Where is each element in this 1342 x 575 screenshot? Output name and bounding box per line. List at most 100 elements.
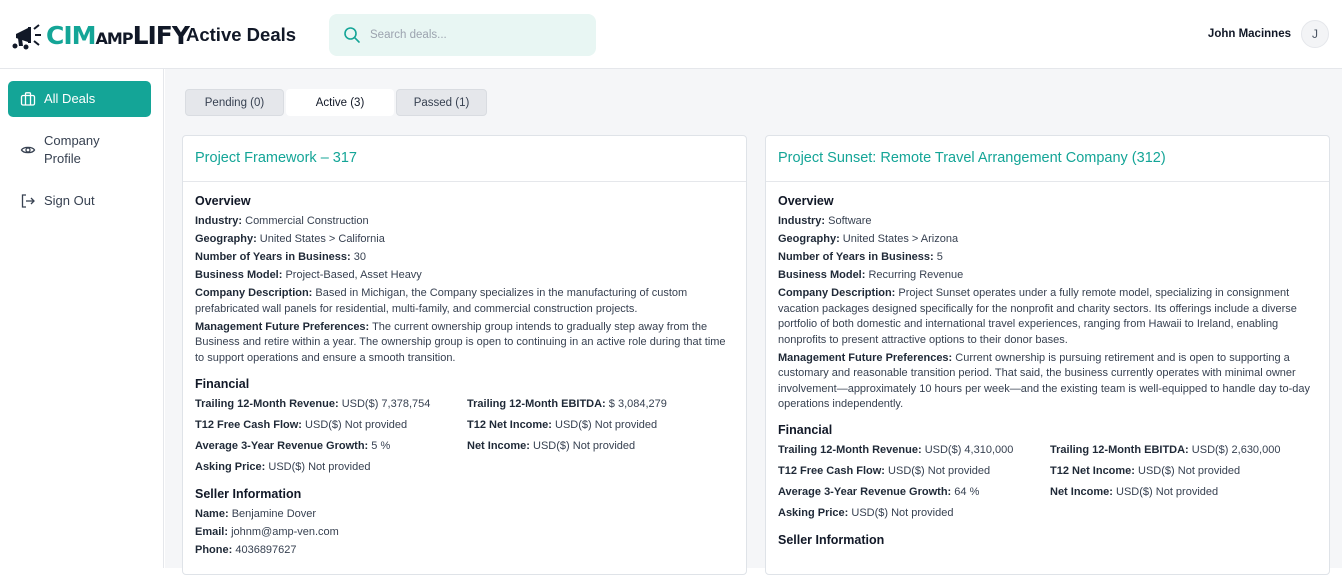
field-label: T12 Free Cash Flow:: [778, 465, 885, 477]
industry-value: Software: [828, 215, 872, 227]
geography-value: United States > Arizona: [842, 233, 959, 245]
industry-value: Commercial Construction: [245, 215, 369, 227]
asking-price-value: USD($) Not provided: [268, 460, 371, 473]
years-row: Number of Years in Business: 30: [195, 250, 734, 266]
model-value: Recurring Revenue: [868, 269, 964, 281]
user-name: John Macinnes: [1207, 28, 1291, 40]
deal-card-body: Overview Industry: Commercial Constructi…: [183, 182, 746, 558]
field-label: Trailing 12-Month EBITDA:: [1050, 444, 1189, 456]
avg-growth-row: Average 3-Year Revenue Growth: 5 %: [195, 439, 467, 454]
field-label: Industry:: [195, 215, 243, 227]
deal-card-body: Overview Industry: Software Geography: U…: [766, 182, 1329, 547]
section-heading-financial: Financial: [778, 423, 833, 437]
sidebar: All Deals Company Profile Sign Out: [0, 69, 164, 568]
sidebar-item-company-profile[interactable]: Company Profile: [8, 131, 151, 169]
model-row: Business Model: Project-Based, Asset Hea…: [195, 268, 734, 284]
user-menu[interactable]: John Macinnes J: [1208, 20, 1329, 48]
field-label: Geography:: [195, 233, 257, 245]
t12-ebitda-row: Trailing 12-Month EBITDA: USD($) 2,630,0…: [1050, 443, 1322, 458]
t12-fcf-value: USD($) Not provided: [305, 418, 408, 431]
years-value: 5: [936, 251, 943, 263]
asking-price-row: Asking Price: USD($) Not provided: [195, 460, 467, 475]
brand-logo[interactable]: CIM AMP LIFY: [12, 18, 190, 52]
t12-net-row: T12 Net Income: USD($) Not provided: [467, 418, 739, 433]
field-label: Business Model:: [778, 269, 866, 281]
seller-name-value: Benjamine Dover: [231, 507, 317, 520]
brand-part-lify: LIFY: [132, 20, 190, 50]
geography-row: Geography: United States > California: [195, 232, 734, 248]
seller-phone-row: Phone: 4036897627: [195, 543, 734, 559]
net-income-value: USD($) Not provided: [1116, 486, 1219, 498]
eye-icon: [20, 146, 36, 154]
brand-part-cim: CIM: [46, 20, 97, 50]
field-label: Email:: [195, 525, 229, 538]
seller-phone-value[interactable]: 4036897627: [235, 544, 296, 556]
years-value: 30: [353, 251, 366, 263]
brand-part-amp: AMP: [95, 28, 134, 48]
field-label: T12 Free Cash Flow:: [195, 418, 302, 431]
net-income-value: USD($) Not provided: [533, 439, 636, 452]
sidebar-item-sign-out[interactable]: Sign Out: [8, 191, 151, 211]
field-label: T12 Net Income:: [467, 418, 552, 431]
deal-card: Project Framework – 317 Overview Industr…: [182, 135, 747, 575]
t12-revenue-value: USD($) 4,310,000: [924, 444, 1014, 456]
field-label: Management Future Preferences:: [195, 320, 370, 333]
deal-card: Project Sunset: Remote Travel Arrangemen…: [765, 135, 1330, 575]
field-label: Trailing 12-Month Revenue:: [778, 444, 922, 456]
section-heading-financial: Financial: [195, 376, 250, 391]
description-row: Company Description: Project Sunset oper…: [778, 286, 1317, 348]
t12-revenue-row: Trailing 12-Month Revenue: USD($) 4,310,…: [778, 443, 1050, 458]
section-heading-overview: Overview: [195, 194, 251, 208]
t12-revenue-value: USD($) 7,378,754: [341, 397, 431, 410]
t12-net-row: T12 Net Income: USD($) Not provided: [1050, 464, 1322, 479]
megaphone-logo-icon: [12, 20, 44, 50]
deal-card-header: Project Framework – 317: [183, 136, 746, 182]
search-input[interactable]: [370, 29, 570, 41]
financial-grid: Trailing 12-Month Revenue: USD($) 4,310,…: [778, 443, 1317, 521]
avatar[interactable]: J: [1301, 20, 1329, 48]
search-icon: [344, 27, 360, 43]
tab-active[interactable]: Active (3): [286, 89, 394, 116]
field-label: Number of Years in Business:: [778, 251, 934, 263]
industry-row: Industry: Commercial Construction: [195, 214, 734, 230]
deal-card-header: Project Sunset: Remote Travel Arrangemen…: [766, 136, 1329, 182]
sidebar-item-all-deals[interactable]: All Deals: [8, 81, 151, 117]
t12-ebitda-value: $ 3,084,279: [608, 397, 667, 410]
field-label: Management Future Preferences:: [778, 351, 953, 364]
section-heading-overview: Overview: [778, 194, 834, 208]
avg-growth-value: 64 %: [954, 486, 980, 498]
top-header: CIMAMPLIFY Active Deals John Macinnes J: [0, 0, 1342, 69]
main-content: Pending (0) Active (3) Passed (1) Projec…: [165, 69, 1342, 575]
field-label: Number of Years in Business:: [195, 251, 351, 263]
tab-passed[interactable]: Passed (1): [396, 89, 487, 116]
deal-title[interactable]: Project Framework – 317: [195, 150, 746, 166]
field-label: Trailing 12-Month Revenue:: [195, 397, 339, 410]
avg-growth-value: 5 %: [371, 439, 391, 452]
net-income-row: Net Income: USD($) Not provided: [467, 439, 739, 454]
field-label: Average 3-Year Revenue Growth:: [778, 486, 952, 498]
section-heading-seller: Seller Information: [195, 486, 302, 501]
net-income-row: Net Income: USD($) Not provided: [1050, 485, 1322, 500]
t12-fcf-value: USD($) Not provided: [888, 465, 991, 477]
search-bar[interactable]: [329, 14, 596, 56]
seller-email-value[interactable]: johnm@amp-ven.com: [231, 526, 339, 538]
field-label: Asking Price:: [778, 507, 849, 519]
field-label: Phone:: [195, 543, 233, 556]
field-label: Average 3-Year Revenue Growth:: [195, 439, 369, 452]
t12-net-value: USD($) Not provided: [555, 418, 658, 431]
deal-title[interactable]: Project Sunset: Remote Travel Arrangemen…: [778, 150, 1329, 166]
industry-row: Industry: Software: [778, 214, 1317, 230]
sidebar-item-label: Company Profile: [44, 133, 100, 166]
briefcase-icon: [20, 92, 36, 106]
seller-name-row: Name: Benjamine Dover: [195, 507, 734, 523]
t12-revenue-row: Trailing 12-Month Revenue: USD($) 7,378,…: [195, 397, 467, 412]
description-row: Company Description: Based in Michigan, …: [195, 286, 734, 317]
tab-pending[interactable]: Pending (0): [185, 89, 284, 116]
t12-ebitda-row: Trailing 12-Month EBITDA: $ 3,084,279: [467, 397, 739, 412]
field-label: T12 Net Income:: [1050, 465, 1135, 477]
field-label: Industry:: [778, 215, 826, 227]
asking-price-value: USD($) Not provided: [851, 507, 954, 519]
t12-ebitda-value: USD($) 2,630,000: [1191, 444, 1281, 456]
t12-net-value: USD($) Not provided: [1138, 465, 1241, 477]
field-label: Name:: [195, 507, 229, 520]
